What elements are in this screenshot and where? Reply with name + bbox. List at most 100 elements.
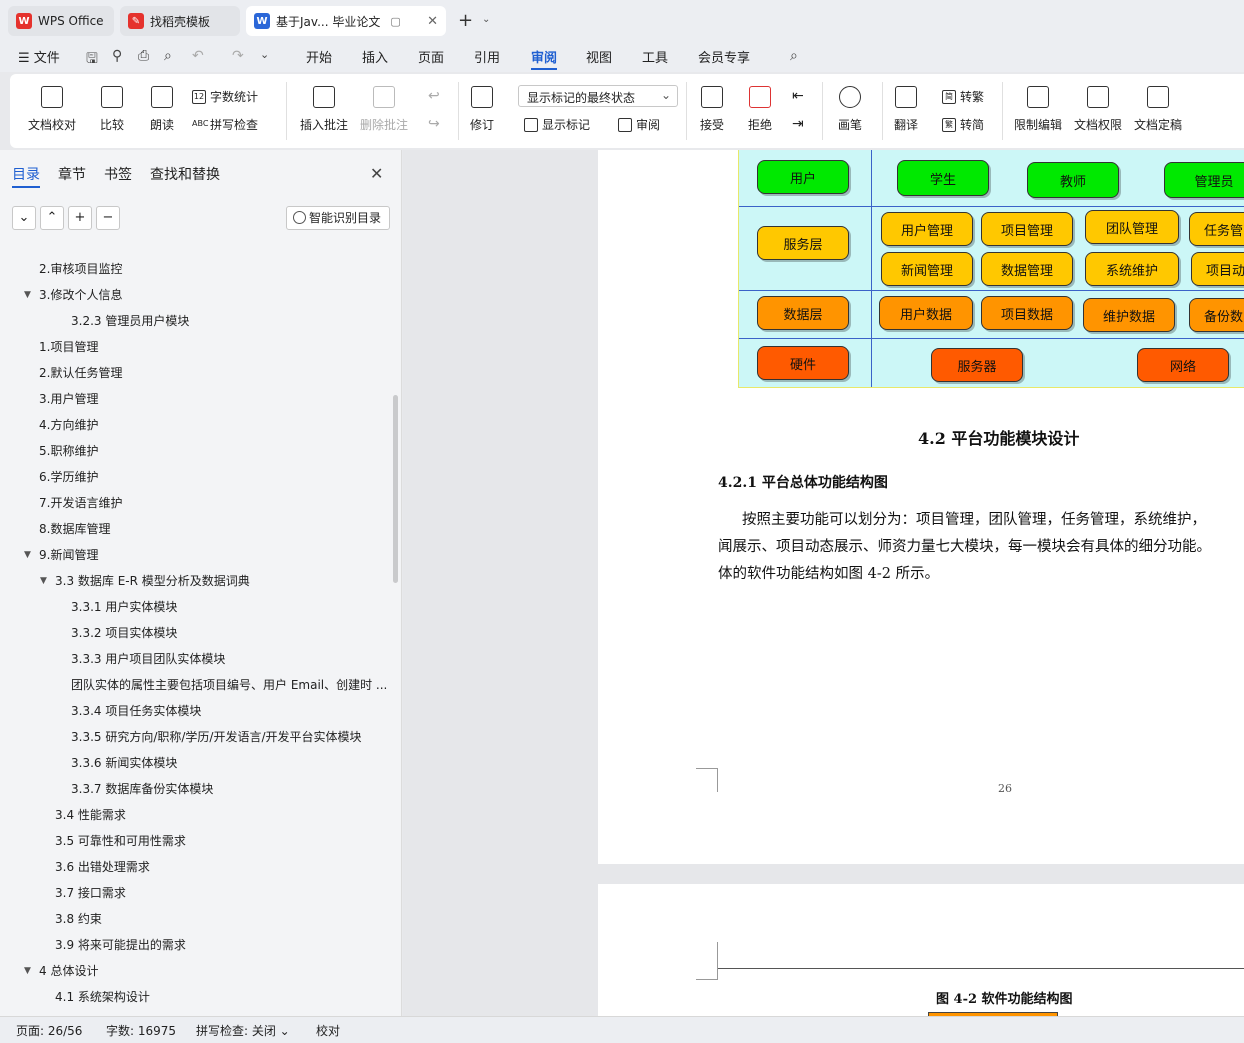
tab-document[interactable]: W 基于Jav... 毕业论文 ▢ ✕ <box>246 6 446 36</box>
doc-proof-button[interactable]: 文档校对 <box>28 86 76 133</box>
expand-triangle-icon[interactable]: ▼ <box>40 572 47 590</box>
doc-permission-button[interactable]: 文档权限 <box>1074 86 1122 133</box>
document-page[interactable]: 图 4-2 软件功能结构图 <box>598 884 1244 1016</box>
menu-review[interactable]: 审阅 <box>531 47 557 66</box>
toc-item[interactable]: 3.3.4 项目任务实体模块 <box>71 702 201 720</box>
toc-item[interactable]: 3.9 将来可能提出的需求 <box>55 936 186 954</box>
toc-item[interactable]: 3.7 接口需求 <box>55 884 126 902</box>
expand-triangle-icon[interactable]: ▼ <box>24 286 31 304</box>
next-comment-icon[interactable]: ↪ <box>428 116 440 132</box>
tab-find-replace[interactable]: 查找和替换 <box>150 164 220 184</box>
pen-button[interactable]: 画笔 <box>838 86 862 133</box>
spell-check-button[interactable]: ABC 拼写检查 <box>192 116 258 133</box>
save-icon[interactable]: 🖫 <box>86 48 98 72</box>
spell-check-indicator[interactable]: 拼写检查: 关闭 ⌄ <box>196 1022 290 1039</box>
toc-item[interactable]: 2.审核项目监控 <box>39 260 122 278</box>
add-heading-icon[interactable]: + <box>68 206 92 230</box>
toc-item[interactable]: 3.3.7 数据库备份实体模块 <box>71 780 213 798</box>
share-icon[interactable]: ⚲ <box>112 48 122 64</box>
file-menu[interactable]: ☰ 文件 <box>18 47 60 66</box>
toc-item[interactable]: 团队实体的属性主要包括项目编号、用户 Email、创建时 ... <box>71 676 387 694</box>
menu-references[interactable]: 引用 <box>474 47 500 66</box>
accept-button[interactable]: 接受 <box>700 86 724 133</box>
menu-page[interactable]: 页面 <box>418 47 444 66</box>
toc-item[interactable]: 3.5 可靠性和可用性需求 <box>55 832 186 850</box>
restrict-edit-button[interactable]: 限制编辑 <box>1014 86 1062 133</box>
toc-item[interactable]: 3.6 出错处理需求 <box>55 858 150 876</box>
menu-start[interactable]: 开始 <box>306 47 332 66</box>
word-count-indicator[interactable]: 字数: 16975 <box>106 1022 176 1039</box>
print-preview-icon[interactable]: ⌕ <box>164 48 172 64</box>
toc-item[interactable]: 3.8 约束 <box>55 910 102 928</box>
to-simplified-button[interactable]: 繁 转简 <box>942 116 984 133</box>
close-icon[interactable]: ✕ <box>370 164 383 183</box>
quick-access-more-icon[interactable]: ⌄ <box>260 48 269 61</box>
document-canvas[interactable]: 用户 服务层 数据层 硬件 学生 教师 管理员 用户管理 项目管理 团队管理 任… <box>403 150 1244 1016</box>
translate-button[interactable]: 翻译 <box>894 86 918 133</box>
chevron-down-icon[interactable]: ⌄ <box>482 14 490 25</box>
prev-comment-icon[interactable]: ↩ <box>428 88 440 104</box>
markup-state-select[interactable]: 显示标记的最终状态 ⌄ <box>518 85 678 107</box>
tab-toc[interactable]: 目录 <box>12 164 40 184</box>
toc-item[interactable]: 3.3.3 用户项目团队实体模块 <box>71 650 225 668</box>
tab-bookmarks[interactable]: 书签 <box>104 164 132 184</box>
menu-tools[interactable]: 工具 <box>642 47 668 66</box>
toc-item[interactable]: ▼ 3.修改个人信息 <box>24 286 122 304</box>
close-tab-icon[interactable]: ✕ <box>427 14 438 29</box>
toc-scrollbar[interactable] <box>393 395 398 583</box>
next-change-icon[interactable]: ⇥ <box>792 116 804 132</box>
toc-item[interactable]: 3.3.6 新闻实体模块 <box>71 754 177 772</box>
document-page[interactable]: 用户 服务层 数据层 硬件 学生 教师 管理员 用户管理 项目管理 团队管理 任… <box>598 150 1244 864</box>
toc-item[interactable]: 1.项目管理 <box>39 338 98 356</box>
page-indicator[interactable]: 页面: 26/56 <box>16 1022 82 1039</box>
redo-icon[interactable]: ↷ <box>232 48 244 64</box>
diagram-node: 备份数 <box>1189 298 1244 332</box>
prev-change-icon[interactable]: ⇤ <box>792 88 804 104</box>
word-count-button[interactable]: 12 字数统计 <box>192 88 258 105</box>
menu-insert[interactable]: 插入 <box>362 47 388 66</box>
tab-wps-office[interactable]: W WPS Office <box>8 6 114 36</box>
expand-triangle-icon[interactable]: ▼ <box>24 546 31 564</box>
compare-button[interactable]: 比较 <box>100 86 124 133</box>
new-tab-icon[interactable]: + <box>458 10 473 31</box>
toc-item[interactable]: 3.4 性能需求 <box>55 806 126 824</box>
toc-item[interactable]: 4.1 系统架构设计 <box>55 988 150 1006</box>
remove-heading-icon[interactable]: − <box>96 206 120 230</box>
toc-item[interactable]: 6.学历维护 <box>39 468 98 486</box>
toc-item[interactable]: 3.3.2 项目实体模块 <box>71 624 177 642</box>
delete-comment-button[interactable]: 删除批注 <box>360 86 408 133</box>
expand-up-icon[interactable]: ⌃ <box>40 206 64 230</box>
undo-icon[interactable]: ↶ <box>192 48 204 64</box>
tab-chapters[interactable]: 章节 <box>58 164 86 184</box>
toc-item[interactable]: 3.3.5 研究方向/职称/学历/开发语言/开发平台实体模块 <box>71 728 362 746</box>
toc-item[interactable]: ▼ 4 总体设计 <box>24 962 98 980</box>
review-pane-button[interactable]: 审阅 <box>618 116 660 133</box>
toc-item[interactable]: 3.2.3 管理员用户模块 <box>71 312 189 330</box>
menu-view[interactable]: 视图 <box>586 47 612 66</box>
insert-comment-button[interactable]: 插入批注 <box>300 86 348 133</box>
track-changes-button[interactable]: 修订 <box>470 86 494 133</box>
toc-item[interactable]: 3.3.1 用户实体模块 <box>71 598 177 616</box>
search-icon[interactable]: ⌕ <box>790 48 798 64</box>
toc-item[interactable]: 7.开发语言维护 <box>39 494 122 512</box>
expand-triangle-icon[interactable]: ▼ <box>24 962 31 980</box>
toc-item[interactable]: 8.数据库管理 <box>39 520 110 538</box>
collapse-all-icon[interactable]: ⌄ <box>12 206 36 230</box>
toc-item[interactable]: ▼ 3.3 数据库 E-R 模型分析及数据词典 <box>40 572 250 590</box>
toc-item[interactable]: 5.职称维护 <box>39 442 98 460</box>
to-traditional-button[interactable]: 简 转繁 <box>942 88 984 105</box>
doc-finalize-button[interactable]: 文档定稿 <box>1134 86 1182 133</box>
smart-toc-button[interactable]: 智能识别目录 <box>286 206 390 230</box>
tab-docer-templates[interactable]: ✎ 找稻壳模板 <box>120 6 240 36</box>
show-markup-button[interactable]: 显示标记 <box>524 116 590 133</box>
window-icon[interactable]: ▢ <box>390 15 400 28</box>
reject-button[interactable]: 拒绝 <box>748 86 772 133</box>
toc-item[interactable]: ▼ 9.新闻管理 <box>24 546 98 564</box>
toc-item[interactable]: 4.方向维护 <box>39 416 98 434</box>
proof-indicator[interactable]: 校对 <box>316 1022 340 1039</box>
print-icon[interactable]: ⎙ <box>138 48 149 64</box>
menu-membership[interactable]: 会员专享 <box>698 47 750 66</box>
toc-item[interactable]: 3.用户管理 <box>39 390 98 408</box>
toc-item[interactable]: 2.默认任务管理 <box>39 364 122 382</box>
read-aloud-button[interactable]: 朗读 <box>150 86 174 133</box>
